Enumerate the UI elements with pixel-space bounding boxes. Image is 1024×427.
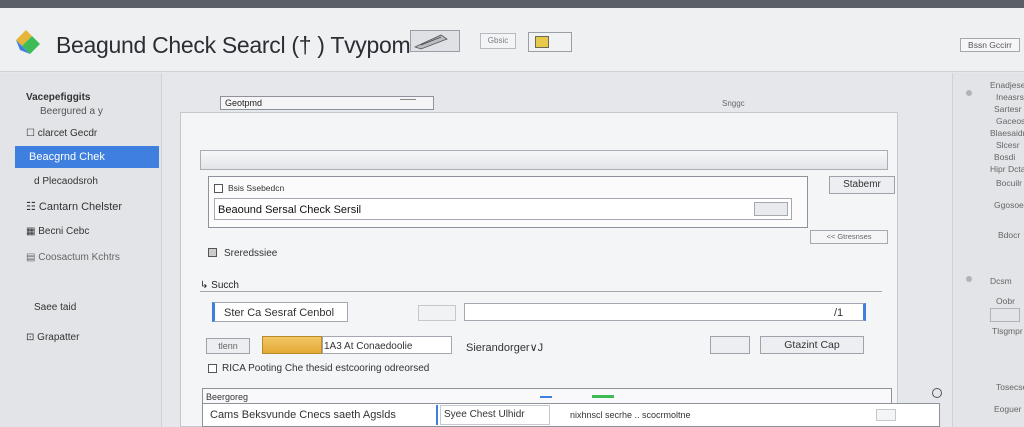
results-cell-1: Cams Beksvunde Cnecs saeth Agslds [210,409,396,421]
option-checkbox[interactable] [208,248,217,257]
window-top-bar [0,0,1024,8]
box-checkbox[interactable] [214,184,223,193]
field-clear-button[interactable] [754,202,788,216]
right-item-2[interactable]: Sartesr [994,104,1021,114]
sidebar-item-becni[interactable]: ▦ Becni Cebc [26,226,89,237]
right-dot-icon [966,90,972,96]
app-logo-icon [16,30,40,54]
right-panel [952,73,1024,427]
right-item-6[interactable]: Bosdi [994,152,1015,162]
submit-button[interactable]: Stabemr [829,176,895,194]
notes-icon[interactable] [528,32,572,52]
sidebar-item-clarcet[interactable]: ☐ clarcet Gecdr [26,128,97,139]
results-heading: Beergoreg [206,392,249,402]
right-dot-icon [966,276,972,282]
pencil-icon[interactable] [410,30,460,52]
results-col-divider [436,405,438,425]
sidebar-item-coosactum[interactable]: ▤ Coosactum Kchtrs [26,252,120,263]
right-item-1[interactable]: Ineasrs [996,92,1024,102]
doc-icon: ☐ [26,128,38,139]
list-icon: ☷ [26,201,39,213]
right-item-9[interactable]: Ggosoeer [994,200,1024,210]
header-right-button[interactable]: Bssn Gccirr [960,38,1020,52]
sidebar-subheading: Beergured a y [40,106,103,117]
right-item-15[interactable]: Eoguer [994,404,1021,414]
select-action-button[interactable]: Gtazint Cap [760,336,864,354]
small-link[interactable]: << Gtresnses [810,230,888,244]
search-query-field[interactable] [464,303,866,321]
help-icon[interactable] [932,388,942,398]
right-item-13[interactable]: Tlsgmpr [992,326,1023,336]
image-icon: ⊡ [26,332,38,343]
right-item-5[interactable]: Slcesr [996,140,1020,150]
right-item-14[interactable]: Tosecseer [996,382,1024,392]
search-input-value: Ster Ca Sesraf Cenbol [224,307,335,319]
search-divider [200,291,882,292]
consent-label: RICA Pooting Che thesid estcooring odreo… [222,363,430,374]
mini-button[interactable]: tlenn [206,338,250,354]
page-icon: ▤ [26,252,39,263]
search-section-label: ↳ Succh [200,280,239,291]
sidebar-item-saee[interactable]: Saee taid [34,302,76,313]
right-item-3[interactable]: Gaceosr [996,116,1024,126]
right-item-0[interactable]: Enadjeseas [990,80,1024,90]
sidebar-heading: Vacepefiggits [26,92,91,103]
right-item-8[interactable]: Bocuilr [996,178,1022,188]
results-tab-indicator-green [592,395,614,398]
box-label: Bsis Ssebedcn [228,183,285,193]
sidebar-item-background-check[interactable]: Beacgrnd Chek [15,146,159,168]
consent-checkbox[interactable] [208,364,217,373]
right-item-7[interactable]: Hipr Dctars [990,164,1024,174]
sidebar-item-cantarn[interactable]: ☷ Cantarn Chelster [26,200,122,213]
right-item-12[interactable]: Oobr [996,296,1015,306]
highlight-swatch[interactable] [262,336,322,354]
results-cell-2: Syee Chest Ulhidr [444,409,525,420]
results-cell-3: nixhnscl secrhe .. scocrmoltne [570,410,691,420]
tab-dash [400,99,416,105]
right-field[interactable] [990,308,1020,322]
search-mid-button[interactable] [418,305,456,321]
toolbar-strip [200,150,888,170]
arrow-icon: ↳ [200,280,212,291]
header-small-button[interactable]: Gbsic [480,33,516,49]
background-search-field-value: Beaound Sersal Check Sersil [218,204,362,216]
sidebar-item-grapatter[interactable]: ⊡ Grapatter [26,332,79,343]
search-query-end: /1 [834,307,844,319]
right-item-11[interactable]: Dcsm [990,276,1012,286]
results-tab-indicator-blue [540,396,552,398]
select-label: Sierandorger∨J [466,342,544,354]
sidebar-item-plecaodsroh[interactable]: d Plecaodsroh [34,176,98,187]
tab-right-label: Snggc [722,99,745,108]
grid-icon: ▦ [26,226,39,237]
sidebar [0,73,162,427]
right-item-10[interactable]: Bdocr [998,230,1020,240]
select-dropdown-button[interactable] [710,336,750,354]
option-label: Sreredssiee [224,248,278,259]
app-title: Beagund Check Searcl († ) Tvypom [56,32,411,58]
right-item-4[interactable]: Blaesaidr [990,128,1024,138]
highlight-label: 1A3 At Conaedoolie [324,341,413,352]
results-row-button[interactable] [876,409,896,421]
